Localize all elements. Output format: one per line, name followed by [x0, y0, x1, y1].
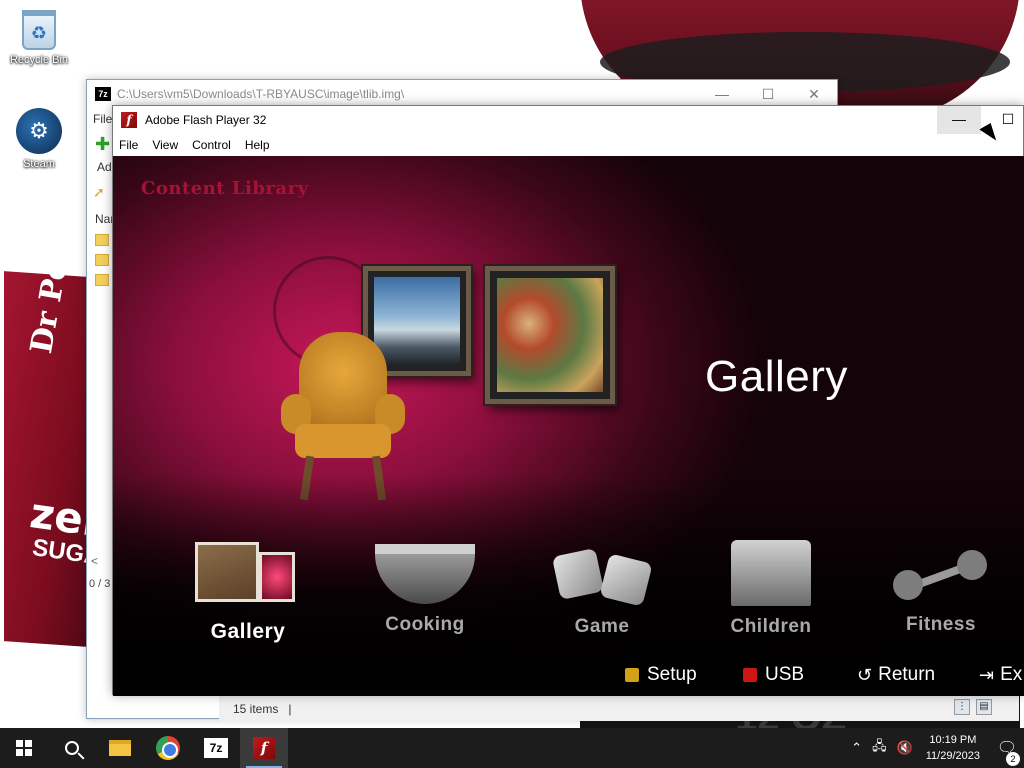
notification-count-badge: 2 [1006, 752, 1020, 766]
legend-setup-label: Setup [647, 664, 697, 685]
folder-icon[interactable] [95, 234, 109, 246]
menu-item-fitness[interactable]: Fitness [891, 548, 991, 636]
menu-item-gallery-label: Gallery [210, 620, 286, 643]
sevenzip-app-icon: 7z [95, 87, 111, 101]
action-center-button[interactable]: 🗨 2 [990, 738, 1024, 766]
flash-player-window[interactable]: f Adobe Flash Player 32 — ☐ File View Co… [112, 105, 1024, 696]
steam-label: Steam [23, 158, 55, 170]
sevenzip-item-count: 15 items [233, 701, 279, 716]
legend-exit-label: Ex [1000, 664, 1023, 685]
menu-item-cooking[interactable]: Cooking [361, 544, 489, 636]
legend-usb[interactable]: USB [743, 664, 804, 686]
yellow-button-icon [625, 668, 639, 682]
gallery-icon [193, 542, 303, 606]
menu-item-game[interactable]: Game [543, 547, 661, 638]
sevenzip-add-label[interactable]: Ad [97, 160, 112, 174]
selected-category-title: Gallery [705, 352, 848, 401]
start-button[interactable] [0, 728, 48, 768]
desktop: Dr Pepper zero SUGAR 12 OZ ♻ Recycle Bin… [0, 0, 1024, 728]
menu-item-gallery[interactable]: Gallery [193, 542, 303, 644]
menu-item-fitness-label: Fitness [905, 614, 977, 635]
windows-logo-icon [16, 740, 32, 756]
menu-view[interactable]: View [152, 138, 178, 152]
flash-app-icon: f [121, 112, 137, 128]
chevron-up-icon[interactable]: ⌃ [851, 740, 862, 756]
sevenzip-selection-count: 0 / 3 [89, 578, 111, 590]
details-view-icon[interactable]: ⋮ [954, 699, 970, 715]
sevenzip-path: C:\Users\vm5\Downloads\T-RBYAUSC\image\t… [117, 87, 405, 101]
system-tray: ⌃ 🖧 🔇 10:19 PM 11/29/2023 🗨 2 [846, 728, 1024, 768]
steam-desktop-icon[interactable]: ⚙ Steam [3, 108, 75, 170]
file-explorer-icon [109, 740, 131, 756]
flash-stage[interactable]: Content Library Gallery Gallery Cooking [113, 156, 1024, 696]
recycle-bin-desktop-icon[interactable]: ♻ Recycle Bin [3, 10, 75, 66]
volume-muted-icon[interactable]: 🔇 [897, 740, 913, 756]
network-icon[interactable]: 🖧 [872, 737, 887, 759]
flash-minimize-button[interactable]: — [937, 106, 981, 134]
menu-item-children[interactable]: Children [721, 540, 821, 638]
legend-return[interactable]: ↺ Return [857, 664, 935, 686]
flash-maximize-button[interactable]: ☐ [991, 106, 1024, 134]
list-view-icon[interactable]: ▤ [976, 699, 992, 715]
sevenzip-titlebar[interactable]: 7z C:\Users\vm5\Downloads\T-RBYAUSC\imag… [87, 80, 837, 108]
folder-icon[interactable] [95, 254, 109, 266]
taskbar-file-explorer[interactable] [96, 728, 144, 768]
armchair-illustration [281, 332, 405, 512]
clock-date: 11/29/2023 [925, 750, 980, 762]
recycle-bin-label: Recycle Bin [9, 54, 69, 66]
menu-help[interactable]: Help [245, 138, 270, 152]
clock[interactable]: 10:19 PM 11/29/2023 [926, 732, 980, 764]
menu-item-children-label: Children [730, 616, 812, 637]
scroll-left-icon[interactable]: < [91, 554, 98, 568]
dumbbell-icon [893, 548, 989, 604]
search-button[interactable] [48, 728, 96, 768]
toy-train-icon [731, 540, 811, 606]
flash-menubar: File View Control Help [113, 134, 1023, 156]
7zip-icon: 7z [204, 738, 228, 758]
folder-icon[interactable] [95, 274, 109, 286]
red-button-icon [743, 668, 757, 682]
search-icon [65, 741, 79, 755]
legend-return-label: Return [878, 664, 936, 685]
sevenzip-maximize-button[interactable]: ☐ [745, 86, 791, 103]
sevenzip-minimize-button[interactable]: — [699, 86, 745, 102]
folder-up-icon[interactable]: ➚ [93, 184, 105, 201]
recycle-bin-icon: ♻ [22, 10, 56, 50]
sevenzip-statusbar: 15 items | [219, 695, 1019, 721]
sevenzip-menu-file[interactable]: File [93, 112, 112, 126]
taskbar: 7z f ⌃ 🖧 🔇 10:19 PM 11/29/2023 🗨 2 [0, 728, 1024, 768]
view-toggle-group: ⋮ ▤ [954, 699, 992, 715]
steam-icon: ⚙ [16, 108, 62, 154]
taskbar-flash-player[interactable]: f [240, 728, 288, 768]
flash-titlebar[interactable]: f Adobe Flash Player 32 — ☐ [113, 106, 1023, 134]
legend-setup[interactable]: Setup [625, 664, 697, 686]
taskbar-chrome[interactable] [144, 728, 192, 768]
chrome-icon [156, 736, 180, 760]
menu-file[interactable]: File [119, 138, 138, 152]
menu-item-cooking-label: Cooking [385, 614, 465, 635]
flash-player-icon: f [253, 737, 275, 759]
add-icon[interactable]: ✚ [95, 135, 111, 153]
exit-icon: ⇥ [979, 664, 995, 685]
flash-window-title: Adobe Flash Player 32 [145, 113, 267, 127]
clock-time: 10:19 PM [929, 734, 977, 746]
content-library-title: Content Library [141, 178, 309, 199]
legend-exit[interactable]: ⇥ Ex [979, 664, 1022, 686]
taskbar-7zip[interactable]: 7z [192, 728, 240, 768]
menu-item-game-label: Game [574, 616, 630, 637]
menu-control[interactable]: Control [192, 138, 231, 152]
floral-picture-frame [485, 266, 615, 404]
return-icon: ↺ [857, 664, 873, 685]
legend-usb-label: USB [765, 664, 805, 685]
sevenzip-close-button[interactable]: ✕ [791, 86, 837, 103]
cooking-icon [375, 544, 475, 604]
dice-icon [551, 547, 653, 607]
